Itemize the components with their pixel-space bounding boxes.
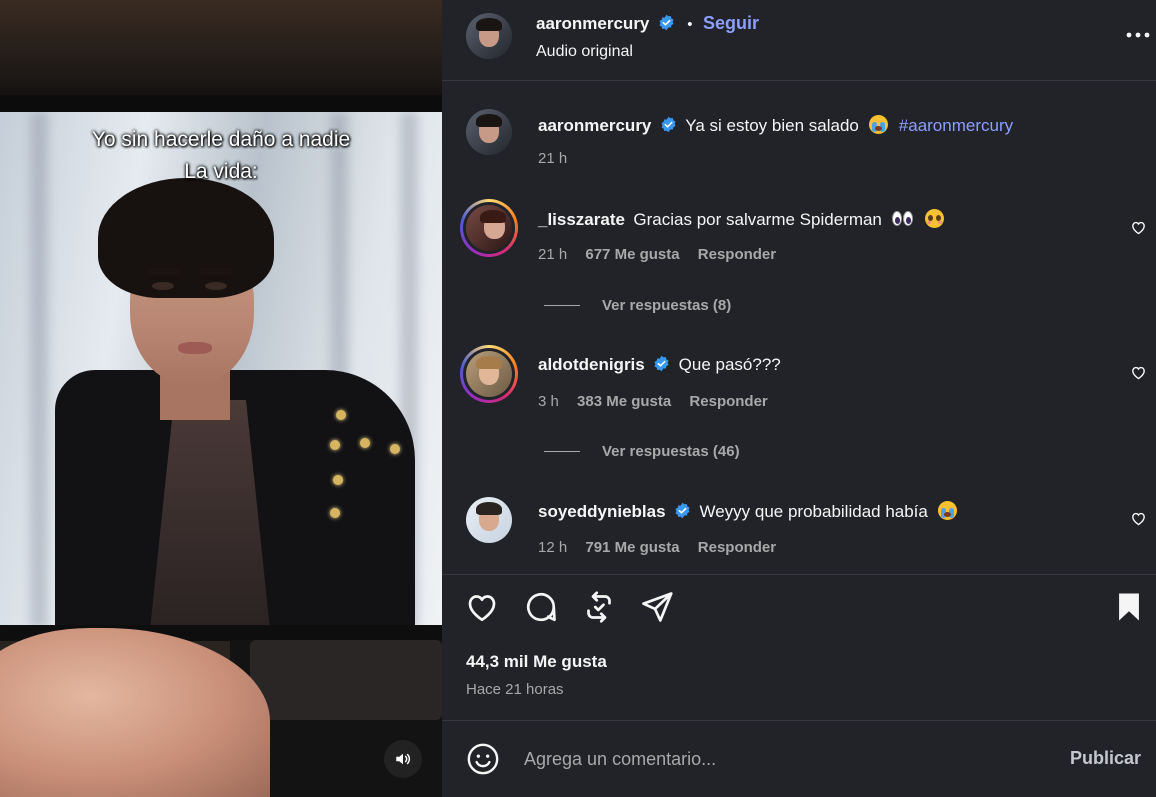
caption-hashtag[interactable]: #aaronmercury	[899, 116, 1013, 135]
crying-face-emoji-icon	[938, 501, 958, 520]
video-caption-line-2: La vida:	[184, 160, 258, 183]
comment-input[interactable]	[524, 743, 1044, 775]
person-hair	[98, 178, 274, 298]
mute-button[interactable]	[384, 740, 422, 778]
avatar[interactable]	[466, 497, 512, 543]
post-timestamp: Hace 21 horas	[466, 681, 564, 698]
person-brow	[148, 268, 180, 274]
comment-text: Que pasó???	[678, 355, 781, 374]
actions-divider	[442, 574, 1156, 575]
verified-badge-icon	[654, 355, 669, 372]
speaker-icon	[396, 753, 411, 765]
header-username[interactable]: aaronmercury	[536, 14, 649, 33]
caption-time: 21 h	[538, 150, 568, 167]
header-user-row: aaronmercury • Seguir	[536, 13, 759, 34]
avatar[interactable]	[466, 109, 512, 155]
view-replies-label: Ver respuestas (8)	[602, 297, 732, 314]
comment-likes[interactable]: 383 Me gusta	[577, 393, 671, 410]
story-ring[interactable]	[460, 345, 518, 403]
phone-stand	[250, 640, 442, 720]
replies-line	[544, 305, 580, 306]
person-eye	[205, 282, 227, 290]
comment-icon[interactable]	[523, 589, 559, 625]
caption-row: aaronmercury Ya si estoy bien salado #aa…	[538, 115, 1013, 136]
post-header: aaronmercury • Seguir Audio original	[442, 0, 1156, 80]
reply-button[interactable]: Responder	[689, 393, 767, 410]
view-replies-button[interactable]: Ver respuestas (8)	[544, 297, 731, 314]
gold-brooch	[360, 438, 370, 448]
emoji-picker-icon[interactable]	[466, 742, 500, 776]
comment-time: 12 h	[538, 539, 568, 556]
gold-brooch	[390, 444, 400, 454]
comment-username[interactable]: _lisszarate	[538, 210, 625, 229]
avatar	[466, 205, 512, 251]
send-icon[interactable]	[639, 589, 675, 625]
gold-brooch	[330, 440, 340, 450]
person-mouth	[178, 342, 212, 354]
comment-bar: Publicar	[442, 721, 1156, 797]
header-dot: •	[687, 16, 693, 33]
caption-username[interactable]: aaronmercury	[538, 116, 651, 135]
comment-row: aldotdenigris Que pasó???	[538, 355, 781, 375]
video-player[interactable]: Yo sin hacerle daño a nadie La vida:	[0, 0, 442, 797]
likes-count[interactable]: 44,3 mil Me gusta	[466, 652, 607, 672]
comment-likes[interactable]: 677 Me gusta	[585, 246, 679, 263]
avatar-hair	[476, 113, 502, 128]
comment-meta: 21 h 677 Me gusta Responder	[538, 246, 776, 263]
publish-button[interactable]: Publicar	[1070, 748, 1141, 769]
view-replies-button[interactable]: Ver respuestas (46)	[544, 443, 740, 460]
repost-icon[interactable]	[581, 589, 617, 625]
reply-button[interactable]: Responder	[698, 539, 776, 556]
person-eye	[152, 282, 174, 290]
gold-brooch	[330, 508, 340, 518]
curtain-fold	[30, 112, 48, 628]
comment-row: soyeddynieblas Weyyy que probabilidad ha…	[538, 501, 958, 522]
gold-brooch	[333, 475, 343, 485]
like-comment-heart-icon[interactable]	[1130, 364, 1147, 381]
comment-username[interactable]: soyeddynieblas	[538, 502, 666, 521]
verified-badge-icon	[661, 116, 676, 133]
heart-icon[interactable]	[464, 589, 500, 625]
eyes-emoji-icon	[892, 209, 914, 228]
replies-line	[544, 451, 580, 452]
avatar-hair	[476, 501, 502, 516]
verified-badge-icon	[659, 14, 674, 31]
person-brow	[200, 268, 232, 274]
comment-time: 21 h	[538, 246, 568, 263]
post-side-panel: aaronmercury • Seguir Audio original aar…	[442, 0, 1156, 797]
reply-button[interactable]: Responder	[698, 246, 776, 263]
comment-text: Weyyy que probabilidad había	[699, 502, 928, 521]
avatar[interactable]	[466, 13, 512, 59]
comment-likes[interactable]: 791 Me gusta	[585, 539, 679, 556]
comment-meta: 3 h 383 Me gusta Responder	[538, 393, 768, 410]
caption-text: Ya si estoy bien salado	[685, 116, 859, 135]
comment-time: 3 h	[538, 393, 559, 410]
more-options-icon[interactable]	[1126, 27, 1150, 43]
comment-username[interactable]: aldotdenigris	[538, 355, 645, 374]
story-ring[interactable]	[460, 199, 518, 257]
audio-original-link[interactable]: Audio original	[536, 43, 633, 61]
avatar-hair	[479, 209, 506, 224]
comment-meta: 12 h 791 Me gusta Responder	[538, 539, 776, 556]
comment-row: _lisszarate Gracias por salvarme Spiderm…	[538, 209, 944, 230]
like-comment-heart-icon[interactable]	[1130, 510, 1147, 527]
video-caption-line-1: Yo sin hacerle daño a nadie	[91, 128, 351, 151]
crying-face-emoji-icon	[869, 115, 889, 134]
comment-text: Gracias por salvarme Spiderman	[633, 210, 882, 229]
avatar-hair	[476, 17, 502, 32]
header-divider	[442, 80, 1156, 81]
verified-badge-icon	[675, 502, 690, 519]
view-replies-label: Ver respuestas (46)	[602, 443, 740, 460]
avatar	[466, 351, 512, 397]
gold-brooch	[336, 410, 346, 420]
bookmark-icon[interactable]	[1112, 590, 1146, 624]
follow-button[interactable]: Seguir	[703, 13, 759, 33]
like-comment-heart-icon[interactable]	[1130, 219, 1147, 236]
avatar-hair	[476, 355, 502, 370]
pleading-face-emoji-icon	[924, 209, 944, 228]
